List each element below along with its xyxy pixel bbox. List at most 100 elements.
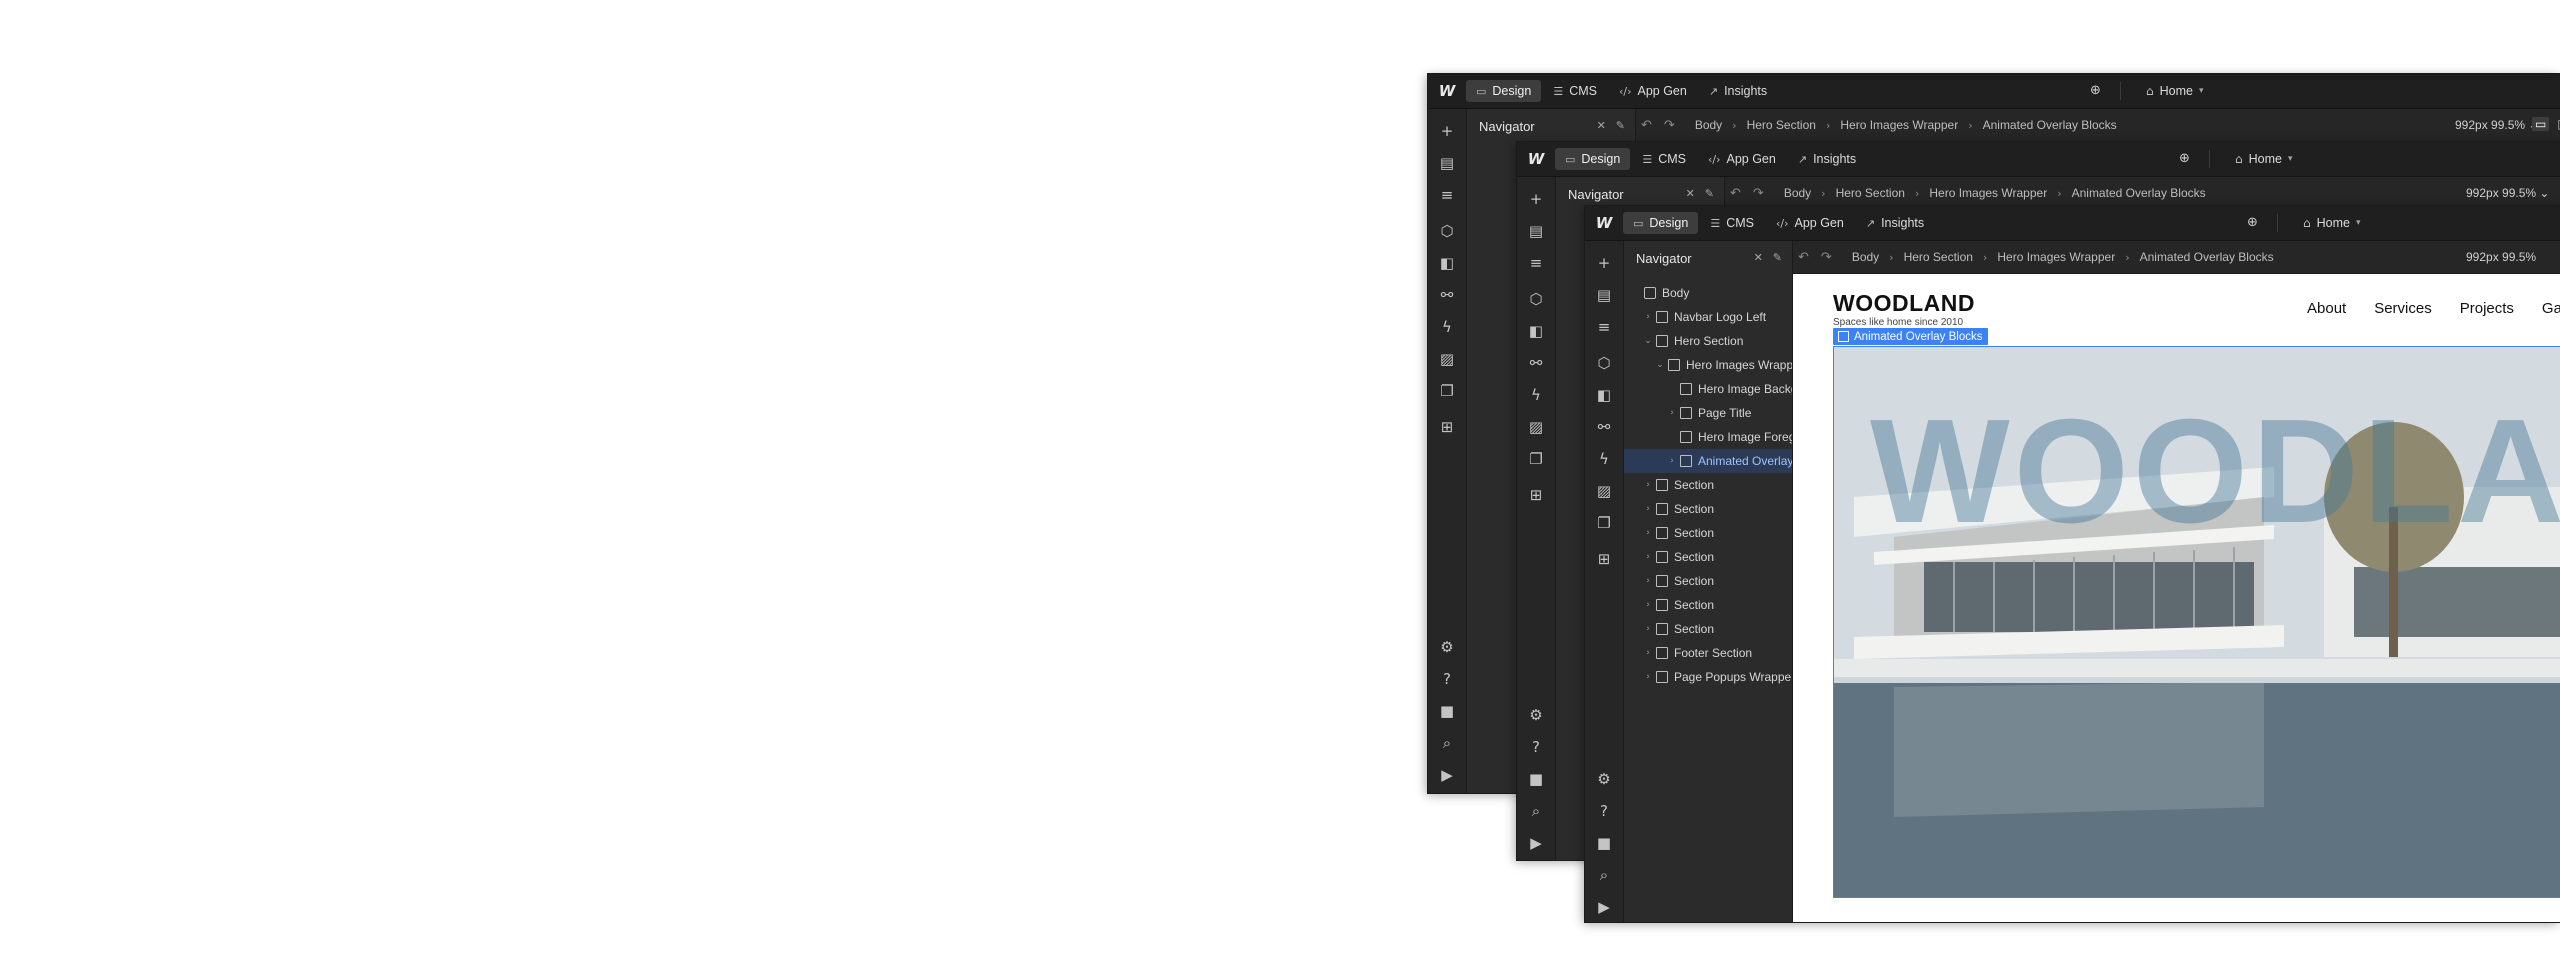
tab-app-gen[interactable]: ‹/› App Gen — [1766, 212, 1854, 234]
webflow-logo-icon[interactable]: W — [1428, 82, 1466, 100]
assets-icon[interactable]: ▨ — [1585, 481, 1623, 501]
breadcrumb-item[interactable]: Body — [1784, 186, 1811, 200]
pages-icon[interactable]: ▤ — [1517, 221, 1555, 241]
components-icon[interactable]: ⬡ — [1585, 353, 1623, 373]
site-nav-link[interactable]: Services — [2374, 300, 2432, 317]
navigator-item[interactable]: › Footer Section — [1624, 641, 1792, 665]
navigator-item[interactable]: ⌄ Hero Section — [1624, 329, 1792, 353]
variables-icon[interactable]: ◧ — [1585, 385, 1623, 405]
navigator-icon[interactable]: ≡ — [1585, 317, 1623, 337]
navigator-item[interactable]: Body — [1624, 281, 1792, 305]
tab-cms[interactable]: ☰ CMS — [1632, 148, 1696, 170]
cms-book-icon[interactable]: ❐ — [1517, 449, 1555, 469]
navigator-item[interactable]: › Section — [1624, 497, 1792, 521]
breadcrumb-item[interactable]: Animated Overlay Blocks — [2072, 186, 2206, 200]
navigator-item[interactable]: Hero Image Foreground — [1624, 425, 1792, 449]
interactions-icon[interactable]: ϟ — [1517, 385, 1555, 405]
add-icon[interactable]: + — [1428, 121, 1466, 141]
video-icon[interactable]: ▶ — [1517, 833, 1555, 853]
stop-icon[interactable]: ■ — [1428, 701, 1466, 721]
cms-book-icon[interactable]: ❐ — [1585, 513, 1623, 533]
chevron-right-icon[interactable]: › — [1642, 312, 1654, 322]
collapse-icon[interactable]: ✕ — [1686, 187, 1695, 200]
tab-cms[interactable]: ☰ CMS — [1700, 212, 1764, 234]
navigator-item[interactable]: › Section — [1624, 593, 1792, 617]
help-icon[interactable]: ? — [1585, 801, 1623, 821]
search-icon[interactable]: ⌕ — [1428, 733, 1466, 753]
site-nav-link[interactable]: About — [2307, 300, 2346, 317]
help-icon[interactable]: ? — [1517, 737, 1555, 757]
tab-insights[interactable]: ↗ Insights — [1788, 148, 1866, 170]
pin-icon[interactable]: ✎ — [1705, 187, 1714, 200]
help-icon[interactable]: ? — [1428, 669, 1466, 689]
chevron-right-icon[interactable]: › — [1642, 648, 1654, 658]
breadcrumb-item[interactable]: Hero Images Wrapper — [1840, 118, 1958, 132]
navigator-item[interactable]: › Section — [1624, 569, 1792, 593]
design-canvas[interactable]: WOODLAND Spaces like home since 2010 Abo… — [1793, 274, 2560, 922]
site-nav-link[interactable]: Projects — [2460, 300, 2514, 317]
components-icon[interactable]: ⬡ — [1517, 289, 1555, 309]
breadcrumb-item[interactable]: Hero Images Wrapper — [1997, 250, 2115, 264]
variables-icon[interactable]: ◧ — [1428, 253, 1466, 273]
breadcrumb-item[interactable]: Hero Section — [1836, 186, 1905, 200]
add-icon[interactable]: + — [1585, 253, 1623, 273]
stop-icon[interactable]: ■ — [1517, 769, 1555, 789]
styles-icon[interactable]: ⚯ — [1517, 353, 1555, 373]
components-icon[interactable]: ⬡ — [1428, 221, 1466, 241]
redo-icon[interactable]: ↷ — [1753, 186, 1764, 201]
webflow-logo-icon[interactable]: W — [1517, 150, 1555, 168]
page-selector[interactable]: ⌂ Home ▾ — [2303, 216, 2361, 230]
tab-insights[interactable]: ↗ Insights — [1699, 80, 1777, 102]
cms-book-icon[interactable]: ❐ — [1428, 381, 1466, 401]
styles-icon[interactable]: ⚯ — [1585, 417, 1623, 437]
pin-icon[interactable]: ✎ — [1773, 251, 1782, 264]
chevron-right-icon[interactable]: › — [1642, 480, 1654, 490]
breadcrumb-item[interactable]: Animated Overlay Blocks — [2140, 250, 2274, 264]
site-nav-link[interactable]: Gallery — [2542, 300, 2560, 317]
chevron-right-icon[interactable]: › — [1642, 552, 1654, 562]
tab-app-gen[interactable]: ‹/› App Gen — [1698, 148, 1786, 170]
settings-icon[interactable]: ⚙ — [1585, 769, 1623, 789]
breadcrumb-item[interactable]: Animated Overlay Blocks — [1983, 118, 2117, 132]
navigator-item[interactable]: › Animated Overlay Blocks — [1624, 449, 1792, 473]
navigator-item[interactable]: › Section — [1624, 545, 1792, 569]
navigator-item[interactable]: › Navbar Logo Left — [1624, 305, 1792, 329]
tab-app-gen[interactable]: ‹/› App Gen — [1609, 80, 1697, 102]
zoom-readout[interactable]: 992px 99.5% ⌄ — [2466, 186, 2549, 200]
video-icon[interactable]: ▶ — [1585, 897, 1623, 917]
pages-icon[interactable]: ▤ — [1585, 285, 1623, 305]
interactions-icon[interactable]: ϟ — [1585, 449, 1623, 469]
navigator-item[interactable]: › Section — [1624, 521, 1792, 545]
page-selector[interactable]: ⌂ Home ▾ — [2146, 84, 2204, 98]
navigator-item[interactable]: › Page Popups Wrapper — [1624, 665, 1792, 689]
tab-design[interactable]: ▭ Design — [1623, 212, 1699, 234]
webflow-logo-icon[interactable]: W — [1585, 214, 1623, 232]
variables-icon[interactable]: ◧ — [1517, 321, 1555, 341]
globe-icon[interactable]: ⊕ — [2247, 215, 2258, 230]
navigator-item[interactable]: › Page Title — [1624, 401, 1792, 425]
chevron-right-icon[interactable]: › — [1642, 672, 1654, 682]
chevron-right-icon[interactable]: › — [1642, 528, 1654, 538]
apps-icon[interactable]: ⊞ — [1428, 417, 1466, 437]
pages-icon[interactable]: ▤ — [1428, 153, 1466, 173]
navigator-item[interactable]: Hero Image Background — [1624, 377, 1792, 401]
chevron-right-icon[interactable]: › — [1642, 600, 1654, 610]
breadcrumb-item[interactable]: Hero Section — [1904, 250, 1973, 264]
tab-insights[interactable]: ↗ Insights — [1856, 212, 1934, 234]
site-logo[interactable]: WOODLAND — [1833, 290, 1975, 317]
selected-element-badge[interactable]: Animated Overlay Blocks — [1833, 328, 1989, 345]
chevron-down-icon[interactable]: ⌄ — [1642, 336, 1654, 346]
search-icon[interactable]: ⌕ — [1517, 801, 1555, 821]
assets-icon[interactable]: ▨ — [1517, 417, 1555, 437]
collapse-icon[interactable]: ✕ — [1754, 251, 1763, 264]
breadcrumb-item[interactable]: Body — [1852, 250, 1879, 264]
chevron-right-icon[interactable]: › — [1666, 408, 1678, 418]
navigator-icon[interactable]: ≡ — [1428, 185, 1466, 205]
chevron-right-icon[interactable]: › — [1642, 576, 1654, 586]
breadcrumb-item[interactable]: Hero Section — [1747, 118, 1816, 132]
apps-icon[interactable]: ⊞ — [1517, 485, 1555, 505]
chevron-right-icon[interactable]: › — [1642, 624, 1654, 634]
chevron-right-icon[interactable]: › — [1666, 456, 1678, 466]
breadcrumb-item[interactable]: Body — [1695, 118, 1722, 132]
navigator-icon[interactable]: ≡ — [1517, 253, 1555, 273]
